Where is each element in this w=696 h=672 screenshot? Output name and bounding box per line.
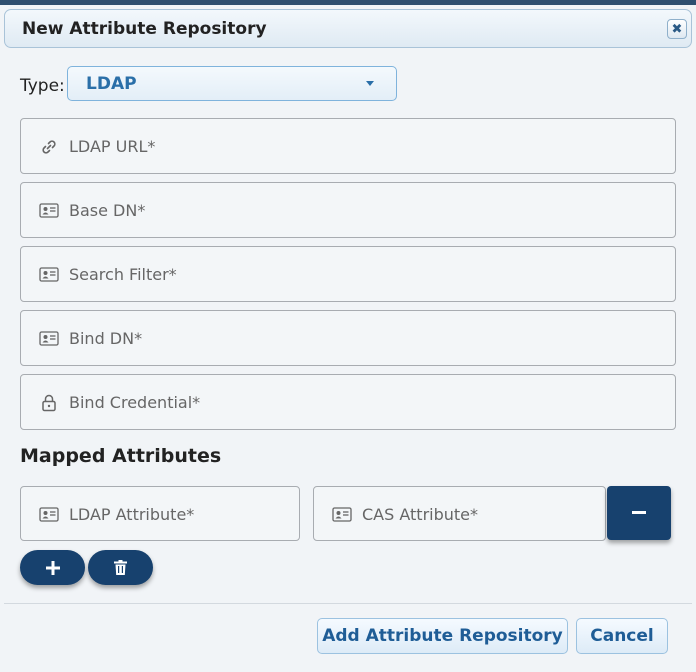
cancel-button[interactable]: Cancel [576, 618, 668, 654]
trash-icon [114, 560, 127, 575]
base-dn-field[interactable]: Base DN* [20, 182, 676, 238]
base-dn-placeholder: Base DN* [69, 201, 146, 220]
id-card-icon [39, 506, 59, 523]
id-card-icon [39, 266, 59, 283]
remove-mapping-button[interactable] [607, 486, 671, 540]
footer-divider [4, 603, 692, 604]
type-select[interactable]: LDAP [67, 66, 397, 101]
ldap-url-placeholder: LDAP URL* [69, 137, 156, 156]
close-button[interactable]: ✖ [667, 19, 687, 39]
caret-down-icon [366, 81, 374, 86]
id-card-icon [332, 506, 352, 523]
bind-dn-placeholder: Bind DN* [69, 329, 143, 348]
bind-credential-field[interactable]: Bind Credential* [20, 374, 676, 430]
dialog-titlebar: New Attribute Repository ✖ [4, 9, 692, 48]
ldap-attribute-field[interactable]: LDAP Attribute* [20, 486, 300, 541]
add-mapping-button[interactable] [20, 550, 85, 585]
dialog-title: New Attribute Repository [22, 19, 267, 39]
close-icon: ✖ [671, 21, 683, 37]
plus-icon [45, 560, 60, 575]
add-attribute-repository-button[interactable]: Add Attribute Repository [317, 618, 568, 654]
cas-attribute-placeholder: CAS Attribute* [362, 505, 479, 524]
mapped-attributes-title: Mapped Attributes [20, 445, 222, 467]
link-icon [39, 138, 59, 155]
delete-mappings-button[interactable] [88, 550, 153, 585]
lock-icon [39, 394, 59, 411]
id-card-icon [39, 330, 59, 347]
ldap-url-field[interactable]: LDAP URL* [20, 118, 676, 174]
type-selected-value: LDAP [86, 74, 137, 94]
search-filter-placeholder: Search Filter* [69, 265, 177, 284]
ldap-attribute-placeholder: LDAP Attribute* [69, 505, 195, 524]
type-label: Type: [20, 76, 65, 96]
id-card-icon [39, 202, 59, 219]
bind-credential-placeholder: Bind Credential* [69, 393, 201, 412]
minus-icon [632, 511, 646, 514]
search-filter-field[interactable]: Search Filter* [20, 246, 676, 302]
window-top-strip [0, 0, 696, 5]
cas-attribute-field[interactable]: CAS Attribute* [313, 486, 606, 541]
bind-dn-field[interactable]: Bind DN* [20, 310, 676, 366]
